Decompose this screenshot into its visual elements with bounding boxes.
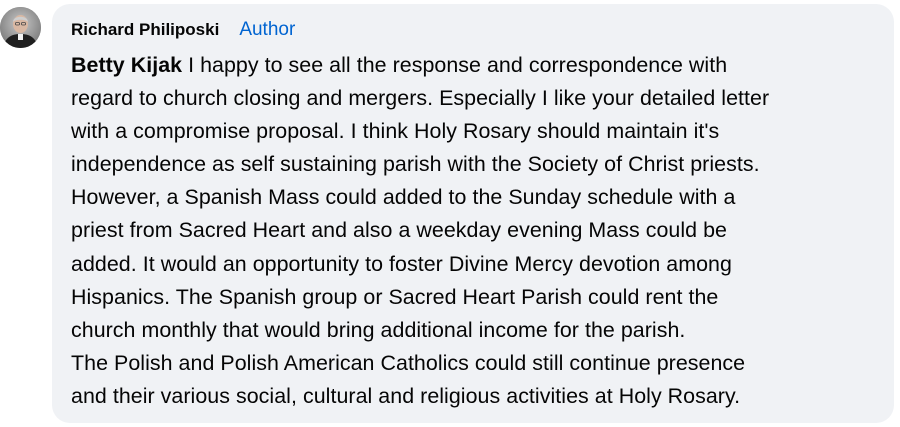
comment-line: Betty Kijak I happy to see all the respo… bbox=[71, 49, 874, 82]
comment-line-text: I happy to see all the response and corr… bbox=[182, 53, 728, 77]
comment-line: added. It would an opportunity to foster… bbox=[71, 251, 732, 276]
comment-header: Richard Philiposki Author bbox=[71, 17, 874, 43]
author-name[interactable]: Richard Philiposki bbox=[71, 20, 219, 40]
comment-line: However, a Spanish Mass could added to t… bbox=[71, 185, 736, 210]
comment-line: regard to church closing and mergers. Es… bbox=[71, 86, 770, 111]
comment-line: church monthly that would bring addition… bbox=[71, 317, 686, 342]
comment: Richard Philiposki Author Betty Kijak I … bbox=[0, 0, 900, 427]
comment-line: The Polish and Polish American Catholics… bbox=[71, 350, 746, 375]
comment-line: Hispanics. The Spanish group or Sacred H… bbox=[71, 284, 719, 309]
author-badge: Author bbox=[239, 19, 296, 40]
comment-line: with a compromise proposal. I think Holy… bbox=[71, 119, 720, 144]
comment-bubble: Richard Philiposki Author Betty Kijak I … bbox=[52, 4, 894, 423]
avatar-photo-icon bbox=[0, 7, 41, 48]
comment-text: Betty Kijak I happy to see all the respo… bbox=[71, 49, 874, 413]
comment-line: priest from Sacred Heart and also a week… bbox=[71, 218, 728, 243]
comment-line: and their various social, cultural and r… bbox=[71, 383, 741, 408]
mention-link[interactable]: Betty Kijak bbox=[71, 53, 182, 77]
avatar[interactable] bbox=[0, 7, 41, 48]
comment-line: independence as self sustaining parish w… bbox=[71, 152, 760, 177]
